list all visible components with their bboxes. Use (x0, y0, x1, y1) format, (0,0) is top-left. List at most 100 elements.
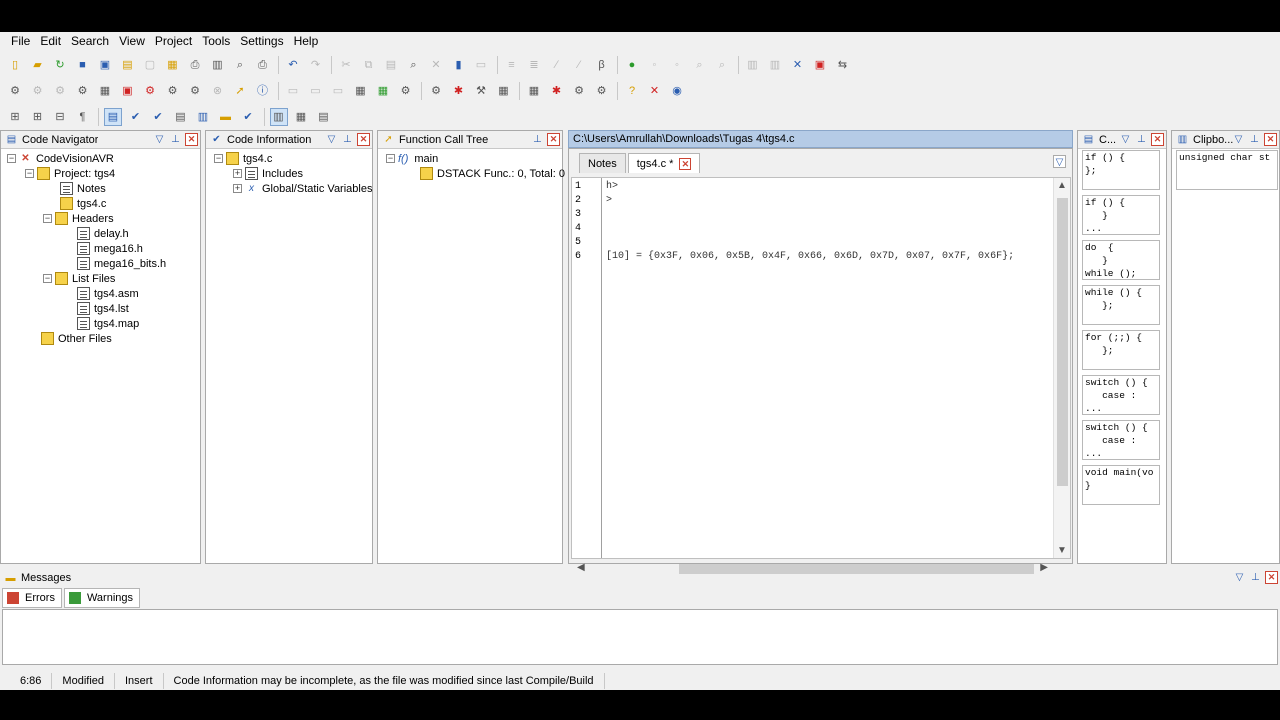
tree-list-file[interactable]: tgs4.map (77, 316, 139, 331)
menu-edit[interactable]: Edit (35, 32, 66, 50)
scroll-down-icon[interactable]: ▼ (1057, 545, 1067, 556)
tree-headers[interactable]: − Headers (43, 211, 114, 226)
terminal-icon[interactable]: ⚙ (397, 82, 415, 100)
close-file-icon[interactable]: ▢ (141, 56, 159, 74)
template-item[interactable]: if () { } ... (1082, 195, 1160, 235)
open-icon[interactable]: ▰ (29, 56, 47, 74)
code-editor[interactable]: 1 2 3 4 5 6 h> > [10] = {0x3F, 0x06, 0x5… (571, 177, 1071, 559)
bookmark-icon[interactable]: ▮ (450, 56, 468, 74)
collapse-icon[interactable]: − (214, 154, 223, 163)
gear3-icon[interactable]: ⚙ (593, 82, 611, 100)
find-in-files-icon[interactable]: ⌕ (231, 56, 249, 74)
code-nav-icon[interactable]: ▤ (104, 108, 122, 126)
pin-icon[interactable]: ⊥ (341, 133, 354, 146)
open-folder-icon[interactable]: ▦ (164, 56, 182, 74)
bookmark-prev-icon[interactable]: ◦ (668, 56, 686, 74)
tool-a-icon[interactable]: ▭ (284, 82, 302, 100)
copy-icon[interactable]: ⧉ (360, 56, 378, 74)
spider-icon[interactable]: ✱ (548, 82, 566, 100)
tree-source-file[interactable]: tgs4.c (60, 196, 106, 211)
jump-icon[interactable]: ▥ (744, 56, 762, 74)
menu-settings[interactable]: Settings (235, 32, 288, 50)
close-icon[interactable]: ✕ (185, 133, 198, 146)
collapse-icon[interactable]: − (25, 169, 34, 178)
find-results-icon[interactable]: ✔ (239, 108, 257, 126)
tree-list-file[interactable]: tgs4.lst (77, 301, 129, 316)
reload-icon[interactable]: ↻ (51, 56, 69, 74)
stop-debug-icon[interactable]: ⊗ (209, 82, 227, 100)
paragraph-icon[interactable]: ¶ (74, 108, 92, 126)
collapse-icon[interactable]: − (386, 154, 395, 163)
build-all-icon[interactable]: ⚙ (51, 82, 69, 100)
tree-main[interactable]: − f() main (386, 151, 438, 166)
chevron-down-icon[interactable]: ▽ (1053, 155, 1066, 168)
dropdown-icon[interactable]: ▽ (1232, 133, 1245, 146)
debugger-icon[interactable]: ▦ (495, 82, 513, 100)
tab-tgs4[interactable]: tgs4.c * ✕ (627, 153, 701, 173)
expand-icon[interactable]: + (233, 169, 242, 178)
scroll-thumb[interactable] (1057, 198, 1068, 486)
tools-wrench-icon[interactable]: ⚒ (472, 82, 490, 100)
tree-header-file[interactable]: mega16.h (77, 241, 143, 256)
tab-notes[interactable]: Notes (579, 153, 626, 173)
close-icon[interactable]: ✕ (547, 133, 560, 146)
comment-icon[interactable]: ∕ (548, 56, 566, 74)
printer-icon[interactable]: ⎙ (254, 56, 272, 74)
collapse-icon[interactable]: − (43, 274, 52, 283)
goto-line-icon[interactable]: ⌕ (713, 56, 731, 74)
template-item[interactable]: switch () { case : ... (1082, 375, 1160, 415)
print-selection-icon[interactable]: ▭ (472, 56, 490, 74)
save-icon[interactable]: ■ (74, 56, 92, 74)
menu-search[interactable]: Search (66, 32, 114, 50)
clipboard-item[interactable]: unsigned char st (1176, 150, 1278, 190)
messages-icon[interactable]: ▬ (217, 108, 235, 126)
messages-list[interactable] (2, 609, 1278, 665)
dropdown-icon[interactable]: ▽ (1119, 133, 1132, 146)
template-item[interactable]: if () { }; (1082, 150, 1160, 190)
menu-help[interactable]: Help (289, 32, 324, 50)
tree-includes[interactable]: + Includes (233, 166, 303, 181)
close-icon[interactable]: ✕ (357, 133, 370, 146)
pin-icon[interactable]: ⊥ (1249, 571, 1262, 584)
wizard-icon[interactable]: ⚙ (74, 82, 92, 100)
template-item[interactable]: do { } while (); (1082, 240, 1160, 280)
collapse-icon[interactable]: − (7, 154, 16, 163)
pin-icon[interactable]: ⊥ (1135, 133, 1148, 146)
tool-b-icon[interactable]: ▭ (307, 82, 325, 100)
undo-icon[interactable]: ↶ (284, 56, 302, 74)
chip-programmer-icon[interactable]: ▦ (352, 82, 370, 100)
settings-icon[interactable]: ⚙ (427, 82, 445, 100)
tree-expand-icon[interactable]: ⊞ (6, 108, 24, 126)
snippets-icon[interactable]: ▤ (172, 108, 190, 126)
uncomment-icon[interactable]: ⁄ (570, 56, 588, 74)
tree-globals[interactable]: + x Global/Static Variables (233, 181, 372, 196)
tree-file[interactable]: − tgs4.c (214, 151, 272, 166)
new-file-icon[interactable]: ▯ (6, 56, 24, 74)
expand-icon[interactable]: + (233, 184, 242, 193)
info-icon[interactable]: ⓘ (254, 82, 272, 100)
layout-more-icon[interactable]: ▤ (315, 108, 333, 126)
web-icon[interactable]: ◉ (668, 82, 686, 100)
fuse-icon[interactable]: ⚙ (141, 82, 159, 100)
tree-header-file[interactable]: delay.h (77, 226, 129, 241)
dropdown-icon[interactable]: ▽ (325, 133, 338, 146)
make-icon[interactable]: ⚙ (29, 82, 47, 100)
menu-file[interactable]: File (6, 32, 35, 50)
dropdown-icon[interactable]: ▽ (153, 133, 166, 146)
print-preview-icon[interactable]: ▥ (209, 56, 227, 74)
tree-header-file[interactable]: mega16_bits.h (77, 256, 166, 271)
func-tree-icon[interactable]: ✔ (149, 108, 167, 126)
menu-view[interactable]: View (114, 32, 150, 50)
tools-icon[interactable]: ✕ (789, 56, 807, 74)
print-icon[interactable]: ⎙ (186, 56, 204, 74)
close-icon[interactable]: ✕ (1151, 133, 1164, 146)
program-chip-icon[interactable]: ▣ (119, 82, 137, 100)
find-icon[interactable]: ⌕ (405, 56, 423, 74)
template-item[interactable]: while () { }; (1082, 285, 1160, 325)
bug-icon[interactable]: ✱ (450, 82, 468, 100)
delete-icon[interactable]: ✕ (427, 56, 445, 74)
template-item[interactable]: switch () { case : ... (1082, 420, 1160, 460)
match-brace-icon[interactable]: ▥ (766, 56, 784, 74)
dropdown-icon[interactable]: ▽ (1233, 571, 1246, 584)
menu-project[interactable]: Project (150, 32, 197, 50)
